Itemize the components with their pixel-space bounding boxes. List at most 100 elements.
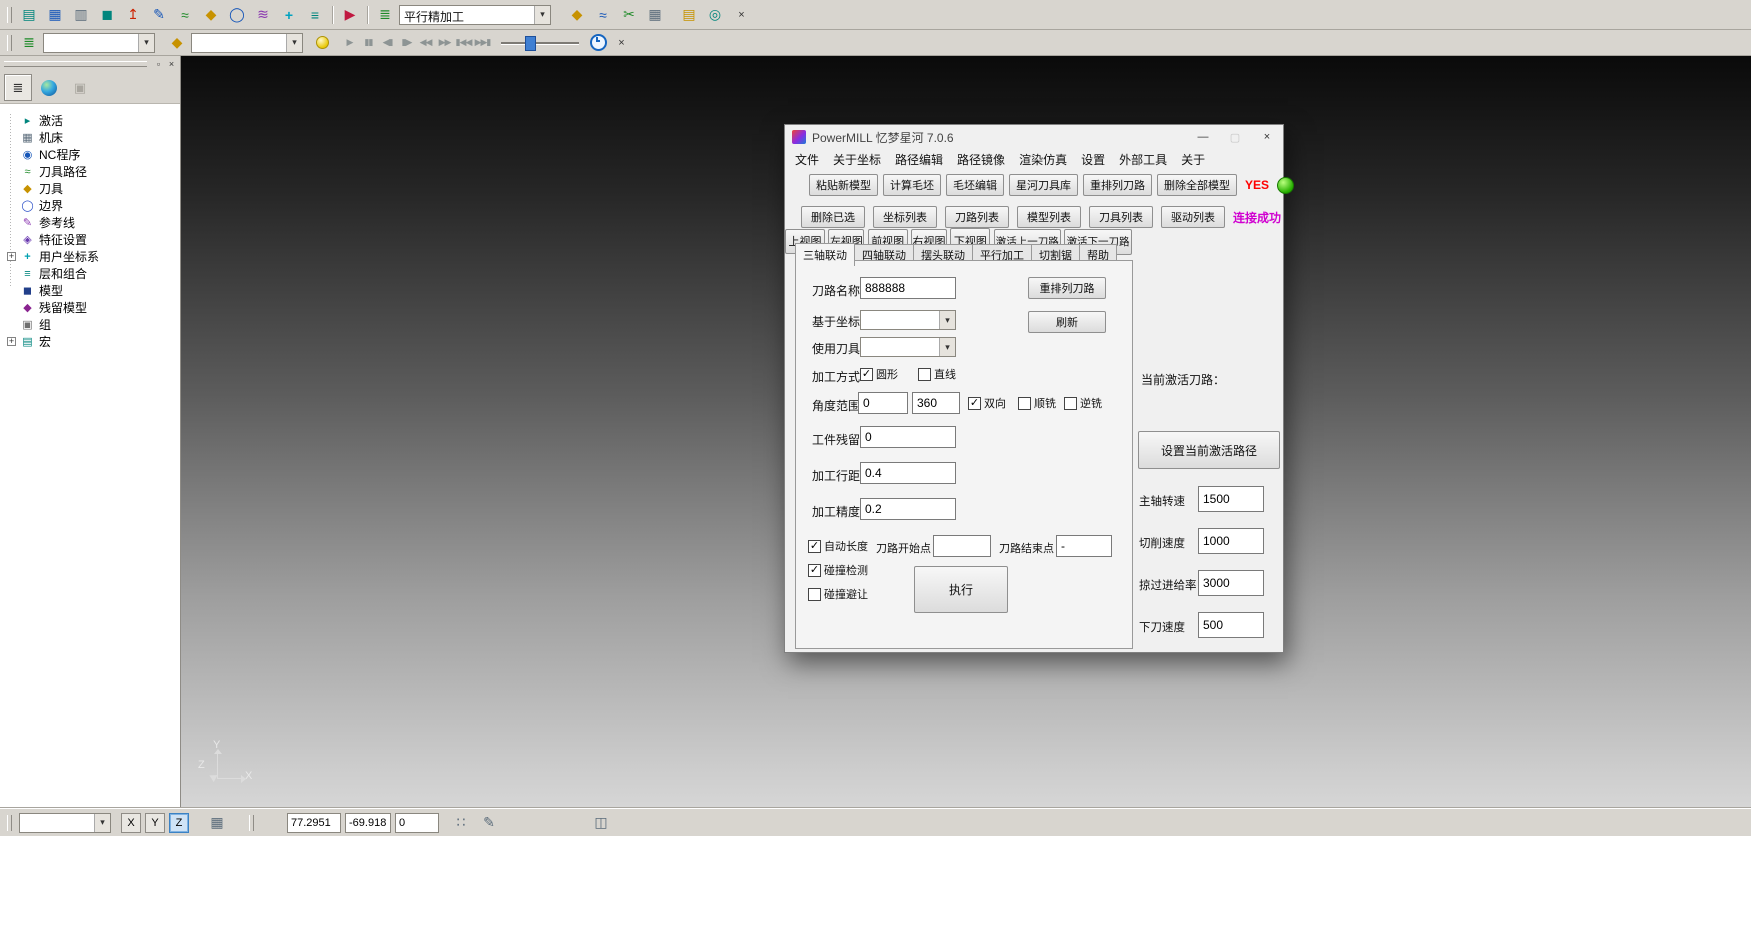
step-back-button[interactable]: ◀▮ <box>379 34 396 52</box>
y-coordinate-input[interactable] <box>345 813 391 833</box>
paste-new-model-button[interactable]: 粘贴新模型 <box>809 174 878 196</box>
tool-list-button[interactable]: 刀具列表 <box>1089 206 1153 228</box>
toolbar-grip[interactable] <box>249 815 254 831</box>
print-icon[interactable]: ▥ <box>69 3 93 27</box>
set-active-path-button[interactable]: 设置当前激活路径 <box>1138 431 1280 469</box>
tree-item-stock-models[interactable]: ◆ 残留模型 <box>5 299 180 316</box>
tool-icon[interactable]: ◆ <box>199 3 223 27</box>
go-to-end-button[interactable]: ▶▶▮ <box>474 34 491 52</box>
slider-handle[interactable] <box>525 36 536 51</box>
expand-toggle[interactable] <box>7 235 16 244</box>
lightbulb-icon[interactable] <box>313 34 331 52</box>
toolpath-list-icon[interactable]: ≣ <box>373 3 397 27</box>
tree-item-macros[interactable]: + ▤ 宏 <box>5 333 180 350</box>
coordinate-list-button[interactable]: 坐标列表 <box>873 206 937 228</box>
nc-program-icon[interactable]: ✎ <box>147 3 171 27</box>
strategy-dropdown[interactable]: 平行精加工 ▾ <box>399 5 551 25</box>
tree-item-models[interactable]: ◼ 模型 <box>5 282 180 299</box>
expand-toggle[interactable] <box>7 320 16 329</box>
dots-icon[interactable]: ∷ <box>449 811 473 835</box>
expand-toggle[interactable]: + <box>7 252 16 261</box>
rewind-button[interactable]: ◀◀ <box>417 34 434 52</box>
menu-path-mirror[interactable]: 路径镜像 <box>950 149 1012 170</box>
go-to-start-button[interactable]: ▮◀◀ <box>455 34 472 52</box>
expand-toggle[interactable] <box>7 150 16 159</box>
tool-library-icon[interactable]: ◆ <box>565 3 589 27</box>
spindle-speed-input[interactable] <box>1198 486 1264 512</box>
grid-icon[interactable]: ▦ <box>205 811 229 835</box>
bidirectional-checkbox[interactable]: ✓ 双向 <box>968 395 1006 411</box>
step-forward-button[interactable]: ▮▶ <box>398 34 415 52</box>
menu-external-tools[interactable]: 外部工具 <box>1112 149 1174 170</box>
toolpath-name-input[interactable] <box>860 277 956 299</box>
layers-icon[interactable]: ▤ <box>17 3 41 27</box>
toolpath-icon[interactable]: ≈ <box>173 3 197 27</box>
menu-file[interactable]: 文件 <box>788 149 826 170</box>
workplane-icon[interactable]: + <box>277 3 301 27</box>
cutting-feed-input[interactable] <box>1198 528 1264 554</box>
z-axis-button[interactable]: Z <box>169 813 189 833</box>
panel-toggle-icon[interactable]: ◫ <box>589 811 613 835</box>
toolpath-dropdown[interactable]: ▾ <box>43 33 155 53</box>
block-edit-button[interactable]: 毛坯编辑 <box>946 174 1004 196</box>
calculator-icon[interactable]: ▦ <box>643 3 667 27</box>
y-axis-button[interactable]: Y <box>145 813 165 833</box>
toolbar-close-button[interactable]: × <box>734 7 749 22</box>
menu-render-sim[interactable]: 渲染仿真 <box>1012 149 1074 170</box>
expand-toggle[interactable] <box>7 303 16 312</box>
refresh-button[interactable]: 刷新 <box>1028 311 1106 333</box>
tree-item-toolpaths[interactable]: ≈ 刀具路径 <box>5 163 180 180</box>
plunge-feed-input[interactable] <box>1198 612 1264 638</box>
globe-icon[interactable] <box>35 74 63 101</box>
toolpath-start-input[interactable] <box>933 535 991 557</box>
menu-about[interactable]: 关于 <box>1174 149 1212 170</box>
pause-button[interactable]: ▮▮ <box>360 34 377 52</box>
stock-allowance-input[interactable] <box>860 426 956 448</box>
execute-button[interactable]: 执行 <box>914 566 1008 613</box>
conventional-mill-checkbox[interactable]: 逆铣 <box>1064 395 1102 411</box>
levels-icon[interactable]: ≡ <box>303 3 327 27</box>
tab-3axis[interactable]: 三轴联动 <box>795 243 855 266</box>
collision-check-checkbox[interactable]: ✓ 碰撞检测 <box>808 562 868 578</box>
expand-toggle[interactable]: + <box>7 337 16 346</box>
use-tool-dropdown[interactable]: ▾ <box>860 337 956 357</box>
tool-library-button[interactable]: 星河刀具库 <box>1009 174 1078 196</box>
x-axis-button[interactable]: X <box>121 813 141 833</box>
clock-icon[interactable] <box>589 34 607 52</box>
lock-icon[interactable]: ▣ <box>66 74 94 101</box>
minimize-button[interactable]: — <box>1187 125 1219 149</box>
tree-item-patterns[interactable]: ✎ 参考线 <box>5 214 180 231</box>
expand-toggle[interactable] <box>7 218 16 227</box>
fast-forward-button[interactable]: ▶▶ <box>436 34 453 52</box>
panel-close-button[interactable]: × <box>165 58 178 70</box>
profile-icon[interactable]: ≈ <box>591 3 615 27</box>
expand-toggle[interactable] <box>7 286 16 295</box>
base-coordinate-dropdown[interactable]: ▾ <box>860 310 956 330</box>
workplane-dropdown[interactable]: ▾ <box>19 813 111 833</box>
menu-coordinates[interactable]: 关于坐标 <box>826 149 888 170</box>
tree-item-levels[interactable]: ≡ 层和组合 <box>5 265 180 282</box>
toolpath-end-input[interactable] <box>1056 535 1112 557</box>
toolbar-grip[interactable] <box>7 35 12 51</box>
stepover-input[interactable] <box>860 462 956 484</box>
angle-from-input[interactable] <box>858 392 908 414</box>
close-button[interactable]: × <box>1251 125 1283 149</box>
reorder-toolpaths-button[interactable]: 重排列刀路 <box>1083 174 1152 196</box>
angle-to-input[interactable] <box>912 392 960 414</box>
tolerance-input[interactable] <box>860 498 956 520</box>
draw-icon[interactable]: ✎ <box>477 811 501 835</box>
expand-toggle[interactable] <box>7 116 16 125</box>
tree-item-activate[interactable]: ▸ 激活 <box>5 112 180 129</box>
block-icon[interactable]: ◼ <box>95 3 119 27</box>
folders-icon[interactable]: ▤ <box>677 3 701 27</box>
pattern-icon[interactable]: ≋ <box>251 3 275 27</box>
expand-toggle[interactable] <box>7 133 16 142</box>
climb-mill-checkbox[interactable]: 顺铣 <box>1018 395 1056 411</box>
tool-select-icon[interactable]: ◆ <box>165 31 189 55</box>
panel-grip[interactable] <box>4 61 147 67</box>
tree-view-icon[interactable]: ≣ <box>4 74 32 101</box>
tree-item-tools[interactable]: ◆ 刀具 <box>5 180 180 197</box>
dialog-titlebar[interactable]: PowerMILL 忆梦星河 7.0.6 — ▢ × <box>785 125 1283 149</box>
tree-item-feature-sets[interactable]: ◈ 特征设置 <box>5 231 180 248</box>
tree-item-workplanes[interactable]: + + 用户坐标系 <box>5 248 180 265</box>
